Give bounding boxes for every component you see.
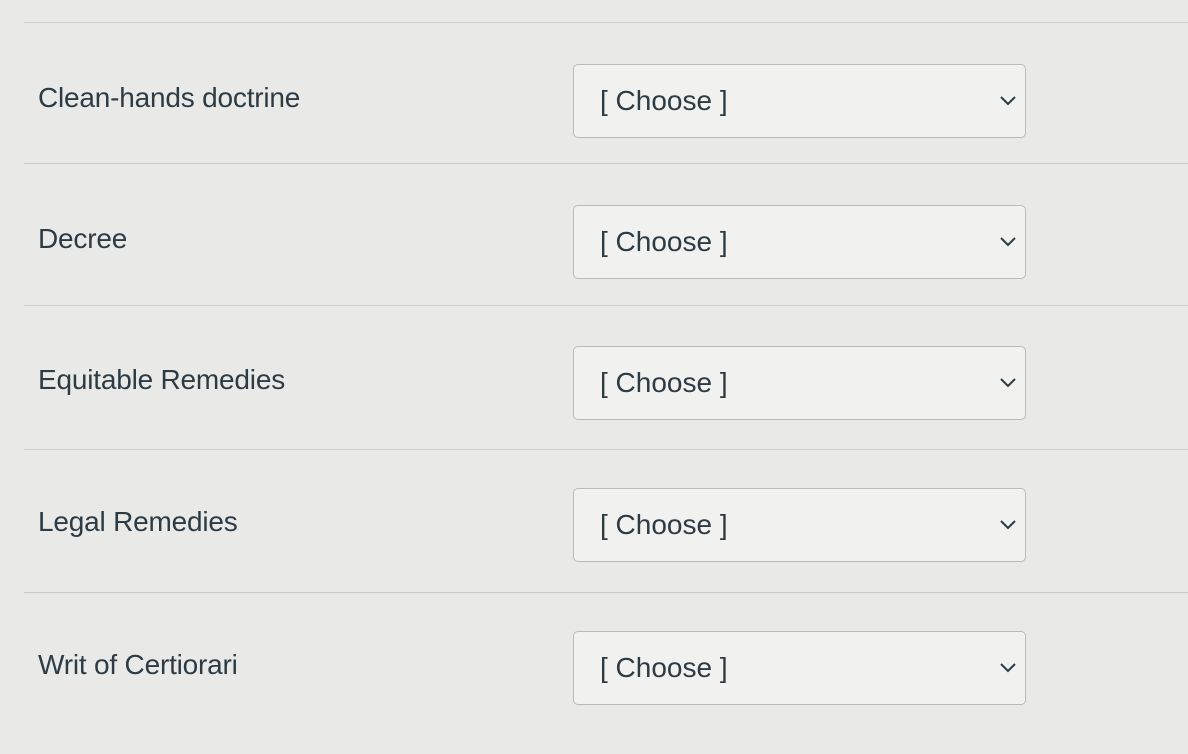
select-value: [ Choose ]	[600, 652, 728, 683]
chevron-down-icon	[1000, 520, 1016, 530]
select-value: [ Choose ]	[600, 509, 728, 540]
matching-question: Clean-hands doctrine [ Choose ] Decree […	[0, 0, 1188, 754]
match-row-equitable-remedies: Equitable Remedies [ Choose ]	[0, 300, 1188, 442]
term-label: Decree	[38, 223, 128, 254]
select-value: [ Choose ]	[600, 85, 728, 116]
term-label: Clean-hands doctrine	[38, 82, 301, 113]
answer-select[interactable]: [ Choose ]	[573, 205, 1026, 279]
chevron-down-icon	[1000, 96, 1016, 106]
answer-select[interactable]: [ Choose ]	[573, 346, 1026, 420]
answer-select[interactable]: [ Choose ]	[573, 64, 1026, 138]
select-value: [ Choose ]	[600, 367, 728, 398]
chevron-down-icon	[1000, 237, 1016, 247]
term-label: Equitable Remedies	[38, 364, 285, 395]
match-row-writ-of-certiorari: Writ of Certiorari [ Choose ]	[0, 585, 1188, 727]
match-row-legal-remedies: Legal Remedies [ Choose ]	[0, 442, 1188, 584]
chevron-down-icon	[1000, 663, 1016, 673]
answer-select[interactable]: [ Choose ]	[573, 631, 1026, 705]
chevron-down-icon	[1000, 378, 1016, 388]
match-row-clean-hands: Clean-hands doctrine [ Choose ]	[0, 18, 1188, 160]
term-label: Writ of Certiorari	[38, 649, 238, 680]
select-value: [ Choose ]	[600, 226, 728, 257]
answer-select[interactable]: [ Choose ]	[573, 488, 1026, 562]
match-row-decree: Decree [ Choose ]	[0, 159, 1188, 301]
term-label: Legal Remedies	[38, 506, 238, 537]
